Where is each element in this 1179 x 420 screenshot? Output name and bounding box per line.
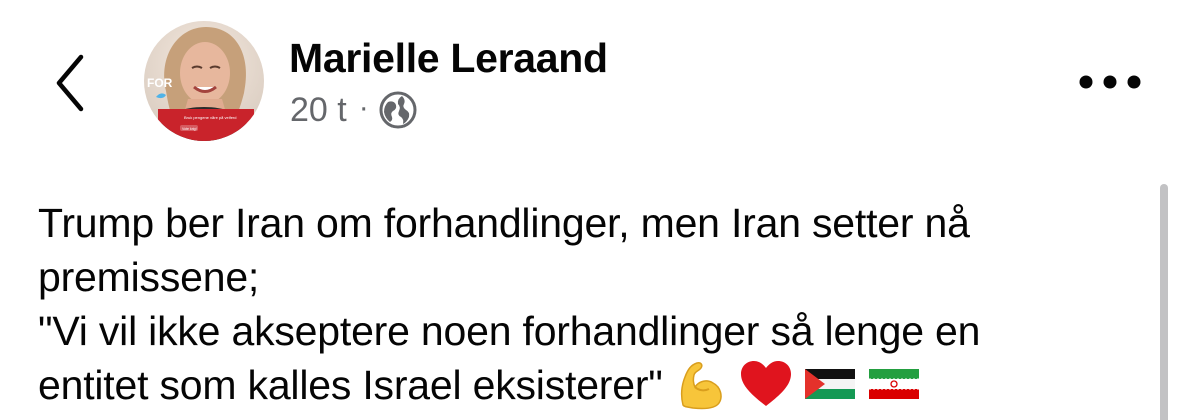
post-meta: 20 t · bbox=[290, 88, 418, 132]
meta-separator: · bbox=[358, 91, 369, 124]
post-body: Trump ber Iran om forhandlinger, men Ira… bbox=[38, 196, 1138, 415]
back-button[interactable] bbox=[40, 48, 100, 118]
post-text-line-last: entitet som kalles Israel eksisterer" bbox=[38, 358, 1138, 415]
iran-flag-emoji bbox=[867, 357, 921, 411]
post-text-line: Trump ber Iran om forhandlinger, men Ira… bbox=[38, 200, 970, 246]
palestine-flag-emoji bbox=[803, 357, 857, 411]
avatar[interactable]: FOR Bruk pengene våre på velferd Vote kr… bbox=[144, 21, 264, 141]
chevron-left-icon bbox=[56, 54, 84, 112]
post-text-last-segment: entitet som kalles Israel eksisterer" bbox=[38, 362, 663, 408]
avatar-image: FOR Bruk pengene våre på velferd Vote kr… bbox=[144, 21, 264, 141]
ellipsis-icon bbox=[1079, 75, 1141, 89]
post-text-line: premissene; bbox=[38, 254, 260, 300]
avatar-caption-text: Bruk pengene våre på velferd bbox=[184, 115, 236, 120]
avatar-logo-text: FOR bbox=[147, 76, 173, 90]
flexed-biceps-emoji bbox=[675, 357, 729, 411]
globe-icon[interactable] bbox=[378, 90, 418, 130]
avatar-button-text: Vote krig! bbox=[182, 127, 197, 131]
emoji-row bbox=[675, 357, 931, 411]
post-text-line: "Vi vil ikke akseptere noen forhandlinge… bbox=[38, 308, 981, 354]
author-name[interactable]: Marielle Leraand bbox=[289, 35, 608, 82]
timestamp[interactable]: 20 t bbox=[290, 91, 347, 130]
scrollbar-thumb[interactable] bbox=[1160, 184, 1168, 420]
more-options-button[interactable] bbox=[1072, 62, 1148, 102]
red-heart-emoji bbox=[739, 357, 793, 411]
